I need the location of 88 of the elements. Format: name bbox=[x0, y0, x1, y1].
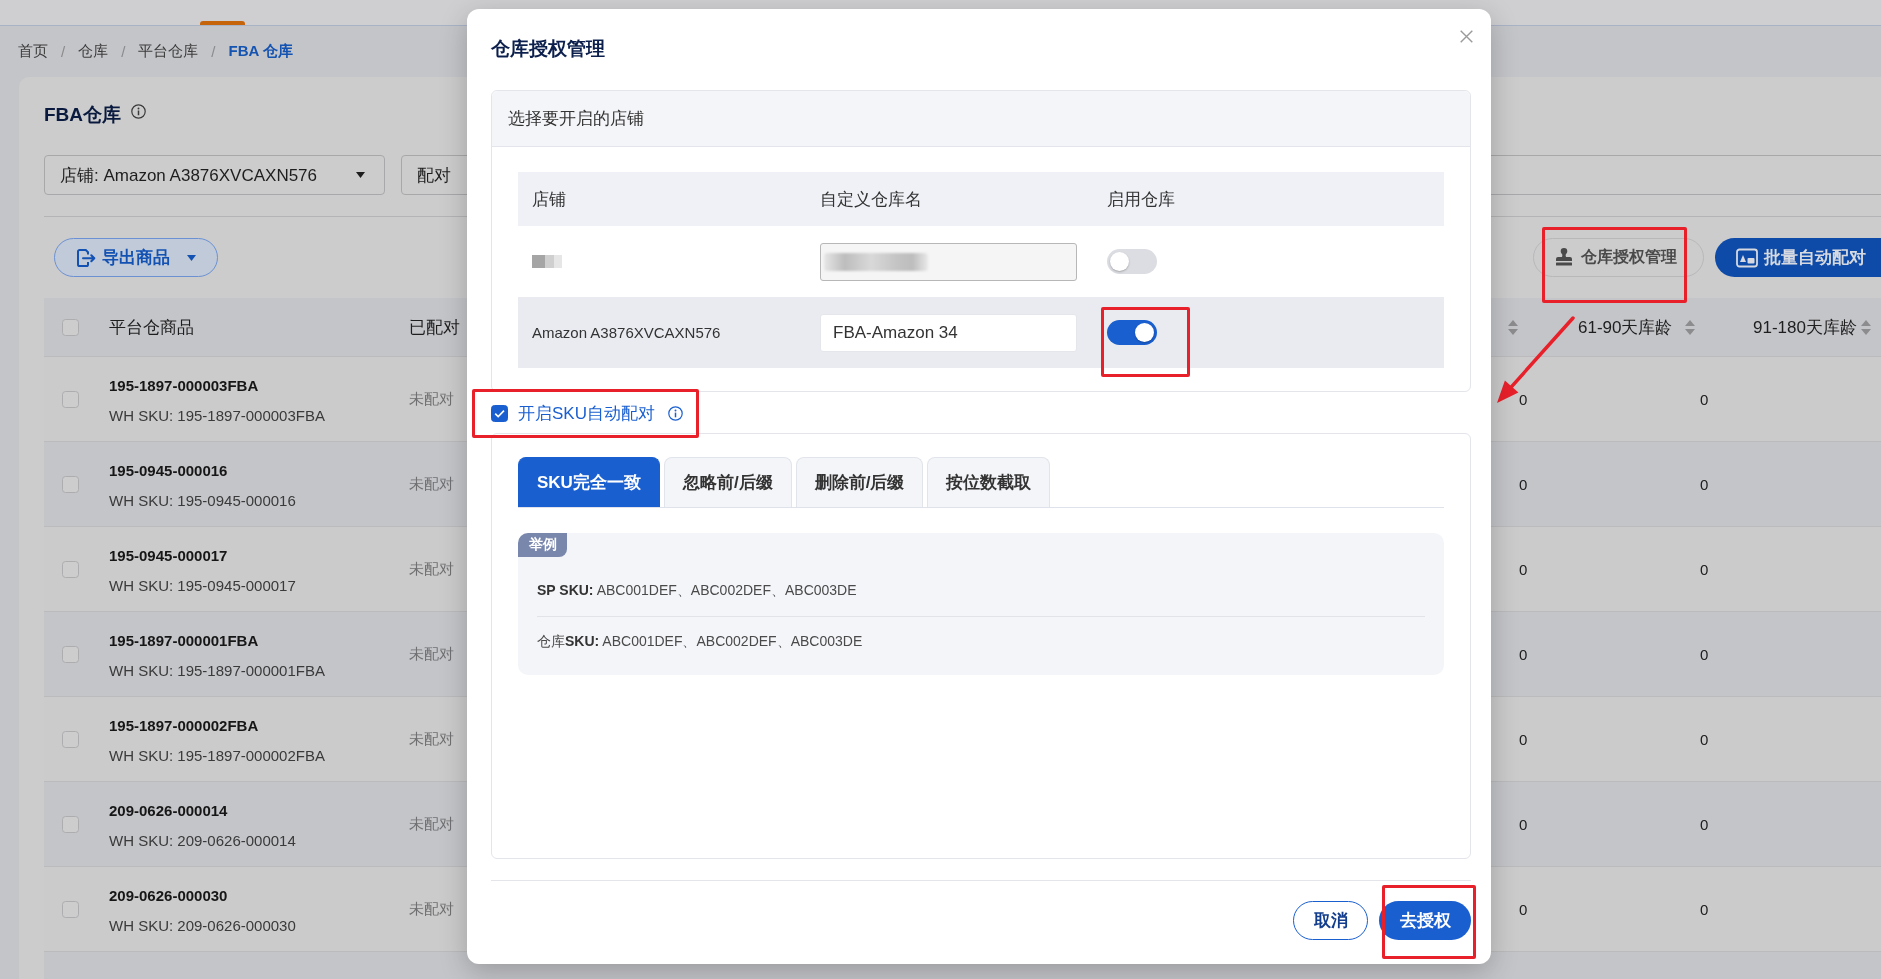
dialog-button[interactable]: 去授权 bbox=[1379, 901, 1471, 940]
info-icon bbox=[667, 405, 683, 421]
table-cell: 0 bbox=[1519, 645, 1528, 663]
tab[interactable]: 按位数截取 bbox=[927, 457, 1051, 507]
column-header: 平台仓商品 bbox=[109, 316, 194, 339]
table-cell: 0 bbox=[1700, 560, 1709, 578]
checkbox[interactable] bbox=[62, 900, 79, 918]
checkbox[interactable] bbox=[62, 475, 79, 493]
product-name: 209-0626-000030 bbox=[109, 886, 228, 906]
table-cell: 0 bbox=[1519, 475, 1528, 493]
select-field[interactable]: 店铺: Amazon A3876XVCAXN576 bbox=[44, 155, 385, 195]
dialog-title: 仓库授权管理 bbox=[491, 37, 605, 61]
checkbox[interactable] bbox=[62, 730, 79, 748]
checkbox[interactable] bbox=[62, 390, 79, 408]
status-text: 未配对 bbox=[409, 814, 454, 834]
sku-text: WH SKU: 195-1897-000003FBA bbox=[109, 406, 325, 426]
example-text: SP SKU: ABC001DEF、ABC002DEF、ABC003DE bbox=[537, 581, 857, 600]
sku-text: WH SKU: 195-1897-000001FBA bbox=[109, 661, 325, 681]
toggle-switch[interactable] bbox=[1107, 249, 1157, 274]
sku-text: WH SKU: 209-0626-000014 bbox=[109, 831, 296, 851]
breadcrumb-separator: / bbox=[211, 43, 216, 60]
status-text: 未配对 bbox=[409, 729, 454, 749]
checkbox-label[interactable]: 开启SKU自动配对 bbox=[518, 401, 655, 425]
status-text: 未配对 bbox=[409, 474, 454, 494]
table-cell: 0 bbox=[1700, 645, 1709, 663]
column-header: 已配对 bbox=[409, 316, 460, 339]
tab-indicator bbox=[200, 21, 245, 25]
product-name: 195-1897-000003FBA bbox=[109, 376, 259, 396]
checkbox[interactable] bbox=[62, 645, 79, 663]
tab[interactable]: SKU完全一致 bbox=[518, 457, 660, 507]
text-field[interactable]: FBA-Amazon 34 bbox=[820, 313, 1077, 352]
checkbox[interactable] bbox=[62, 318, 79, 336]
breadcrumb-item[interactable]: 首页 bbox=[18, 42, 48, 61]
sku-text: WH SKU: 195-1897-000002FBA bbox=[109, 746, 325, 766]
info-icon bbox=[131, 103, 147, 119]
card-icon bbox=[1736, 247, 1758, 268]
table-cell: 0 bbox=[1700, 475, 1709, 493]
checkbox[interactable] bbox=[62, 560, 79, 578]
checkbox[interactable] bbox=[62, 815, 79, 833]
column-header: 自定义仓库名 bbox=[820, 188, 922, 211]
table-cell: 0 bbox=[1519, 390, 1528, 408]
status-text: 未配对 bbox=[409, 644, 454, 664]
stamp-icon bbox=[1554, 248, 1574, 267]
toggle-switch[interactable] bbox=[1107, 320, 1157, 345]
table-cell: 0 bbox=[1700, 815, 1709, 833]
column-header: 91-180天库龄 bbox=[1753, 316, 1857, 339]
tab[interactable]: 忽略前/后缀 bbox=[663, 457, 792, 507]
sku-text: WH SKU: 195-0945-000016 bbox=[109, 491, 296, 511]
breadcrumb-separator: / bbox=[61, 43, 66, 60]
breadcrumb-item[interactable]: 平台仓库 bbox=[138, 42, 199, 61]
column-header: 61-90天库龄 bbox=[1578, 316, 1673, 339]
sku-text: WH SKU: 209-0626-000030 bbox=[109, 916, 296, 936]
export-icon bbox=[75, 247, 96, 268]
checkbox[interactable] bbox=[491, 404, 508, 422]
sort-icon[interactable] bbox=[1685, 319, 1696, 335]
table-cell: 0 bbox=[1519, 900, 1528, 918]
sort-icon[interactable] bbox=[1508, 319, 1518, 335]
column-header: 店铺 bbox=[532, 188, 566, 211]
page-title: FBA仓库 bbox=[44, 103, 122, 127]
table-cell: 0 bbox=[1519, 815, 1528, 833]
close-icon[interactable] bbox=[1460, 30, 1473, 43]
panel-header: 选择要开启的店铺 bbox=[492, 91, 1470, 147]
toolbar-button[interactable]: 批量自动配对 bbox=[1715, 238, 1881, 277]
product-name: 195-0945-000017 bbox=[109, 546, 228, 566]
product-name: 195-1897-000002FBA bbox=[109, 716, 259, 736]
table-cell: 0 bbox=[1519, 560, 1528, 578]
store-name: Amazon A3876XVCAXN576 bbox=[532, 324, 721, 341]
sort-icon[interactable] bbox=[1860, 319, 1871, 335]
product-name: 195-0945-000016 bbox=[109, 461, 228, 481]
tab[interactable]: 删除前/后缀 bbox=[795, 457, 924, 507]
table-cell: 0 bbox=[1519, 730, 1528, 748]
sku-text: WH SKU: 195-0945-000017 bbox=[109, 576, 296, 596]
breadcrumb-separator: / bbox=[121, 43, 126, 60]
toolbar-button[interactable]: 导出商品 bbox=[54, 238, 218, 277]
table-cell: 0 bbox=[1700, 390, 1709, 408]
example-text: 仓库SKU: ABC001DEF、ABC002DEF、ABC003DE bbox=[537, 632, 863, 651]
product-name: 195-1897-000001FBA bbox=[109, 631, 259, 651]
dialog-button[interactable]: 取消 bbox=[1293, 901, 1368, 940]
product-name: 209-0626-000014 bbox=[109, 801, 228, 821]
breadcrumb-item[interactable]: 仓库 bbox=[78, 42, 109, 61]
status-text: 未配对 bbox=[409, 899, 454, 919]
status-text: 未配对 bbox=[409, 559, 454, 579]
table-cell: 0 bbox=[1700, 730, 1709, 748]
status-text: 未配对 bbox=[409, 389, 454, 409]
breadcrumb-item: FBA 仓库 bbox=[228, 42, 293, 61]
table-cell: 0 bbox=[1700, 900, 1709, 918]
column-header: 启用仓库 bbox=[1107, 188, 1175, 211]
example-badge: 举例 bbox=[518, 533, 567, 557]
